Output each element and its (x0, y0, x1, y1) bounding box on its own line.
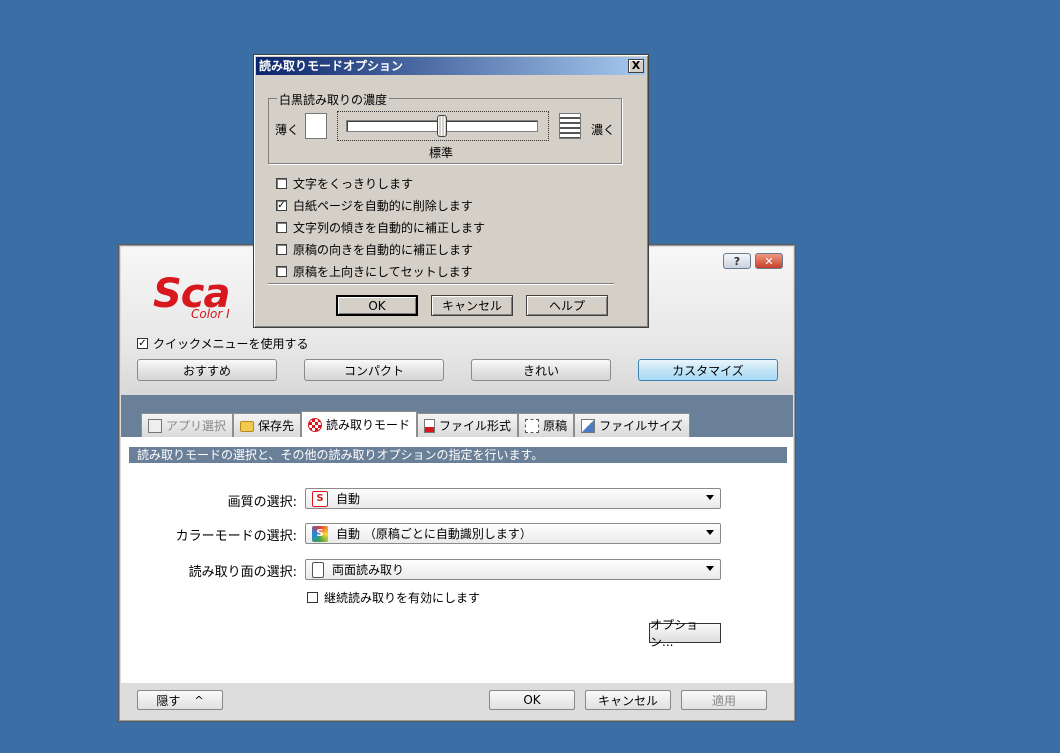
tab-save-location[interactable]: 保存先 (233, 413, 302, 437)
folder-icon (240, 421, 255, 432)
chevron-down-icon (706, 495, 714, 500)
option-label: 原稿を上向きにしてセットします (293, 265, 473, 279)
chevron-down-icon (706, 566, 714, 571)
image-quality-value: 自動 (336, 492, 361, 506)
option-checkbox[interactable]: ✓ (276, 200, 287, 211)
dialog-title-bar[interactable]: 読み取りモードオプション X (256, 57, 646, 75)
option-checkbox[interactable] (276, 222, 287, 233)
file-size-icon (581, 418, 596, 433)
preset-customize-button[interactable]: カスタマイズ (638, 359, 778, 381)
tab-label: ファイル形式 (439, 419, 512, 433)
bw-density-title: 白黒読み取りの濃度 (277, 91, 390, 108)
light-label: 薄く (275, 123, 300, 137)
color-mode-label: カラーモードの選択: (175, 529, 297, 544)
logo-sub-text: Color I (191, 307, 230, 321)
dark-document-icon (559, 113, 581, 139)
quick-menu-checkbox-row[interactable]: ✓ クイックメニューを使用する (137, 335, 309, 352)
option-sharpen-text[interactable]: 文字をくっきりします (276, 175, 413, 192)
tab-label: ファイルサイズ (599, 419, 683, 433)
option-checkbox[interactable] (276, 244, 287, 255)
dialog-close-icon[interactable]: X (628, 59, 644, 73)
color-auto-icon: S (312, 525, 328, 542)
option-label: 白紙ページを自動的に削除します (293, 199, 473, 213)
continuous-scan-label: 継続読み取りを有効にします (324, 591, 481, 605)
preset-compact-button[interactable]: コンパクト (304, 359, 444, 381)
tab-label: 保存先 (258, 419, 295, 433)
preset-clean-button[interactable]: きれい (471, 359, 611, 381)
dialog-help-button[interactable]: ヘルプ (526, 295, 608, 316)
continuous-scan-checkbox[interactable] (307, 592, 318, 603)
light-document-icon (305, 113, 327, 139)
tab-app-select[interactable]: アプリ選択 (141, 413, 234, 437)
option-label: 原稿の向きを自動的に補正します (293, 243, 474, 257)
option-checkbox[interactable] (276, 178, 287, 189)
color-mode-select[interactable]: S 自動 （原稿ごとに自動識別します） (305, 523, 721, 544)
option-auto-rotate[interactable]: 原稿の向きを自動的に補正します (276, 241, 473, 258)
scan-mode-options-dialog: 読み取りモードオプション X 白黒読み取りの濃度 薄く 標準 濃く 文字をくっき… (253, 54, 649, 328)
chevron-down-icon (706, 530, 714, 535)
chevron-up-icon: ^ (194, 693, 204, 707)
apply-button[interactable]: 適用 (681, 690, 767, 710)
ok-button[interactable]: OK (489, 690, 575, 710)
scan-mode-panel: 読み取りモードの選択と、その他の読み取りオプションの指定を行います。 画質の選択… (121, 437, 793, 683)
close-button[interactable]: ✕ (755, 253, 783, 269)
app-select-icon (148, 418, 162, 433)
quality-auto-icon: S (312, 490, 328, 507)
option-label: 文字をくっきりします (293, 177, 414, 191)
dialog-cancel-button[interactable]: キャンセル (431, 295, 513, 316)
tab-scan-mode[interactable]: 読み取りモード (301, 411, 418, 437)
tab-file-size[interactable]: ファイルサイズ (574, 413, 690, 437)
preset-recommended-button[interactable]: おすすめ (137, 359, 277, 381)
standard-label: 標準 (429, 146, 454, 160)
dialog-separator (268, 283, 614, 285)
dialog-ok-button[interactable]: OK (336, 295, 418, 316)
document-icon (525, 418, 540, 433)
tab-label: 原稿 (543, 419, 568, 433)
tab-file-format[interactable]: ファイル形式 (417, 413, 519, 437)
scan-side-label: 読み取り面の選択: (188, 565, 297, 580)
hide-button[interactable]: 隠す ^ (137, 690, 223, 710)
quick-menu-checkbox[interactable]: ✓ (137, 338, 148, 349)
image-quality-select[interactable]: S 自動 (305, 488, 721, 509)
option-deskew-text[interactable]: 文字列の傾きを自動的に補正します (276, 219, 485, 236)
bw-density-group: 白黒読み取りの濃度 薄く 標準 濃く (268, 91, 622, 164)
scan-mode-icon (308, 417, 323, 432)
quick-menu-label: クイックメニューを使用する (153, 337, 309, 351)
panel-description: 読み取りモードの選択と、その他の読み取りオプションの指定を行います。 (129, 447, 787, 463)
dark-label: 濃く (591, 123, 616, 137)
duplex-page-icon (312, 561, 324, 578)
hide-label: 隠す (156, 693, 181, 708)
bottom-bar: 隠す ^ OK キャンセル 適用 (121, 683, 793, 719)
density-slider[interactable] (337, 111, 549, 141)
tab-label: アプリ選択 (166, 419, 227, 433)
option-remove-blank-pages[interactable]: ✓ 白紙ページを自動的に削除します (276, 197, 473, 214)
option-label: 文字列の傾きを自動的に補正します (293, 221, 486, 235)
dialog-title: 読み取りモードオプション (259, 59, 404, 73)
continuous-scan-row[interactable]: 継続読み取りを有効にします (307, 589, 480, 606)
help-button[interactable]: ? (723, 253, 751, 269)
settings-tabs: アプリ選択 保存先 読み取りモード ファイル形式 原稿 ファイルサイズ (141, 411, 690, 437)
image-quality-label: 画質の選択: (227, 495, 297, 510)
tab-document[interactable]: 原稿 (518, 413, 575, 437)
slider-thumb[interactable] (437, 115, 447, 137)
scan-side-select[interactable]: 両面読み取り (305, 559, 721, 580)
cancel-button[interactable]: キャンセル (585, 690, 671, 710)
scan-side-value: 両面読み取り (332, 563, 405, 577)
file-format-icon (424, 418, 436, 433)
options-button[interactable]: オプション... (649, 618, 721, 649)
window-controls: ? ✕ (723, 253, 783, 269)
tab-label: 読み取りモード (326, 418, 411, 432)
preset-buttons: おすすめ コンパクト きれい カスタマイズ (137, 359, 779, 381)
option-face-up[interactable]: 原稿を上向きにしてセットします (276, 263, 473, 280)
color-mode-value: 自動 （原稿ごとに自動識別します） (336, 527, 532, 541)
option-checkbox[interactable] (276, 266, 287, 277)
